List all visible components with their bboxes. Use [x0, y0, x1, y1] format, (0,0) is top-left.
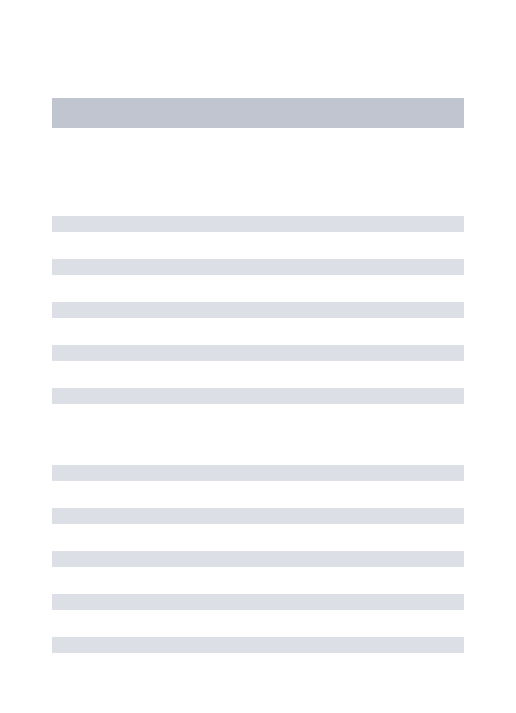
- text-line-placeholder: [52, 465, 464, 481]
- text-line-placeholder: [52, 259, 464, 275]
- skeleton-container: [0, 0, 516, 653]
- title-placeholder: [52, 98, 464, 128]
- text-line-placeholder: [52, 551, 464, 567]
- text-line-placeholder: [52, 637, 464, 653]
- text-line-placeholder: [52, 508, 464, 524]
- text-line-placeholder: [52, 345, 464, 361]
- text-line-placeholder: [52, 302, 464, 318]
- paragraph-1: [52, 216, 464, 404]
- text-line-placeholder: [52, 388, 464, 404]
- text-line-placeholder: [52, 594, 464, 610]
- paragraph-2: [52, 465, 464, 653]
- text-line-placeholder: [52, 216, 464, 232]
